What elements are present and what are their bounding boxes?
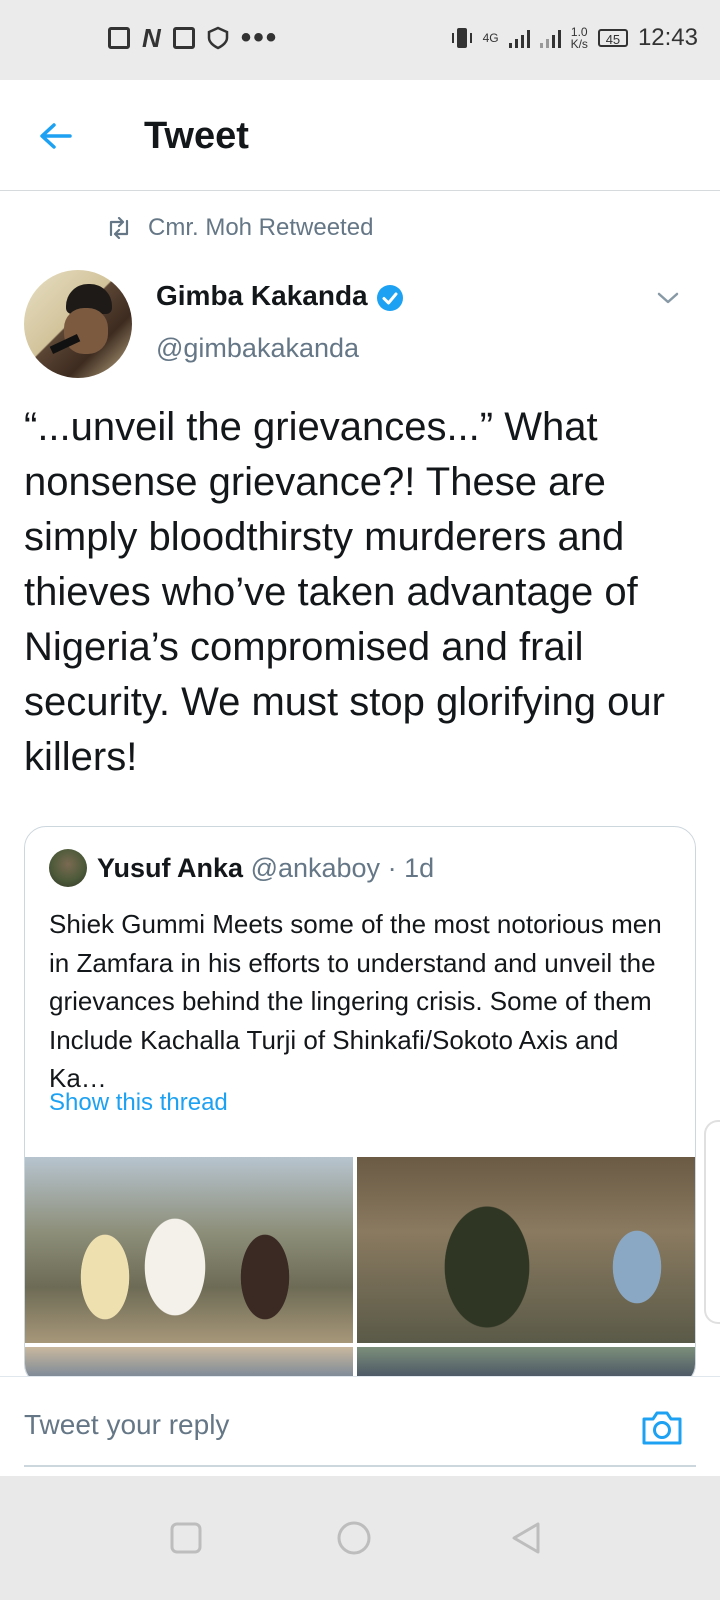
- shield-icon: [207, 26, 229, 50]
- tweet-photo-1[interactable]: [25, 1157, 353, 1343]
- tweet-text: “...unveil the grievances...” What nonse…: [24, 405, 665, 779]
- author-handle[interactable]: @gimbakakanda: [156, 332, 359, 364]
- retweet-context[interactable]: Cmr. Moh Retweeted: [106, 214, 373, 242]
- network-type: 4G: [482, 31, 499, 45]
- page-title: Tweet: [144, 115, 249, 157]
- upload-notification-icon: [172, 27, 195, 49]
- back-arrow-icon[interactable]: [32, 116, 80, 156]
- app-bar: Tweet: [0, 80, 720, 191]
- signal-icon-2: [539, 28, 561, 48]
- circle-nav-icon[interactable]: [334, 1518, 374, 1558]
- square-nav-icon[interactable]: [166, 1518, 206, 1558]
- network-speed: 1.0 K/s: [570, 25, 588, 51]
- quoted-author-avatar: [49, 849, 87, 887]
- reply-underline: [24, 1465, 696, 1467]
- quoted-author-name: Yusuf Anka: [97, 853, 244, 883]
- n-app-icon: N: [142, 23, 161, 53]
- status-bar: N ••• 4G 1.0 K/s 45 12:43: [0, 0, 720, 80]
- retweet-icon: [109, 217, 129, 239]
- battery-icon: 45: [597, 29, 628, 47]
- system-indicators: 4G 1.0 K/s 45 12:43: [451, 24, 698, 52]
- show-thread-link[interactable]: Show this thread: [49, 1089, 228, 1117]
- signal-icon: [508, 28, 530, 48]
- edge-panel-handle[interactable]: [704, 1120, 720, 1324]
- more-notifications-icon: •••: [240, 21, 279, 54]
- triangle-back-nav-icon[interactable]: [506, 1518, 546, 1558]
- author-avatar[interactable]: [24, 270, 132, 378]
- quoted-time: · 1d: [387, 853, 435, 883]
- author-name[interactable]: Gimba Kakanda: [156, 280, 368, 312]
- chevron-down-icon[interactable]: [656, 290, 680, 306]
- clock: 12:43: [637, 24, 698, 51]
- notification-icons: N •••: [108, 21, 279, 54]
- retweet-label: Cmr. Moh Retweeted: [148, 214, 374, 241]
- quoted-tweet-card[interactable]: Yusuf Anka @ankaboy · 1d Shiek Gummi Mee…: [24, 826, 696, 1386]
- reply-input[interactable]: Tweet your reply: [24, 1409, 229, 1441]
- verified-badge-icon: [377, 285, 403, 311]
- vibrate-icon: [451, 28, 472, 48]
- tweet-photo-2[interactable]: [357, 1157, 695, 1343]
- reply-bar: Tweet your reply: [0, 1376, 720, 1475]
- quoted-author-handle: @ankaboy: [250, 853, 381, 883]
- quoted-tweet-header: Yusuf Anka @ankaboy · 1d: [97, 849, 434, 887]
- camera-icon[interactable]: [640, 1407, 684, 1447]
- system-nav-bar: [0, 1476, 720, 1600]
- news-notification-icon: [108, 27, 130, 49]
- quoted-tweet-text: Shiek Gummi Meets some of the most notor…: [49, 909, 662, 1093]
